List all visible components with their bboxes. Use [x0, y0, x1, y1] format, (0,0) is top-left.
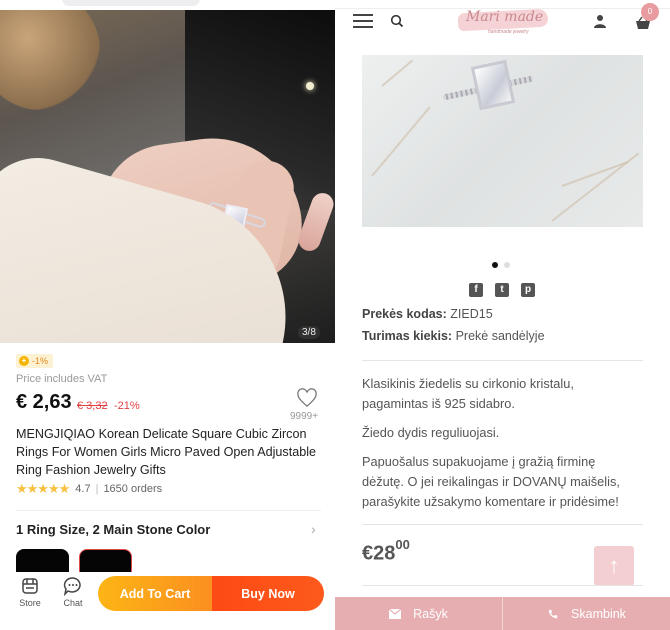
chat-icon [63, 577, 81, 596]
browser-bar-edge [335, 0, 670, 9]
phone-icon [548, 609, 558, 618]
divider [362, 360, 643, 361]
envelope-icon [389, 608, 402, 619]
description-paragraph: Žiedo dydis reguliuojasi. [362, 425, 500, 440]
promo-badge: + -1% [16, 354, 54, 368]
star-rating-icon: ★★★★★ [16, 481, 70, 496]
description-paragraph: Papuošalus supakuojame į gražią firminę … [362, 454, 620, 509]
status-area [0, 0, 335, 10]
orders-count: 1650 orders [103, 483, 163, 495]
divider [362, 585, 643, 586]
stock-status: Turimas kiekis: Prekė sandėlyje [362, 329, 545, 343]
store-icon [22, 578, 38, 594]
wishlist-button[interactable] [293, 388, 321, 413]
product-image[interactable] [362, 55, 643, 227]
product-photo[interactable]: 3/8 [0, 10, 335, 343]
social-share: f t p [469, 283, 535, 297]
cart-count-badge: 0 [641, 3, 659, 21]
call-button[interactable]: Skambink [502, 597, 670, 630]
image-counter: 3/8 [298, 326, 320, 339]
original-price: € 3,32 [77, 400, 108, 412]
buy-now-button[interactable]: Buy Now [212, 576, 324, 611]
carousel-dots [492, 262, 510, 268]
coin-icon: + [19, 356, 29, 366]
heart-icon [297, 388, 317, 408]
scroll-to-top-button[interactable]: ↑ [594, 546, 634, 586]
write-message-button[interactable]: Rašyk [335, 597, 502, 630]
discount-percent: -21% [114, 400, 140, 412]
product-title: MENGJIQIAO Korean Delicate Square Cubic … [16, 427, 317, 477]
carousel-dot-active[interactable] [492, 262, 498, 268]
chat-button[interactable]: Chat [58, 576, 88, 608]
facebook-icon[interactable]: f [469, 283, 483, 297]
product-price: €2800 [362, 537, 410, 565]
marketplace-product-panel: 3/8 + -1% Price includes VAT € 2,63 € 3,… [0, 0, 335, 630]
rating-value: 4.7 [75, 483, 91, 495]
pinterest-icon[interactable]: p [521, 283, 535, 297]
description-paragraph: Klasikinis žiedelis su cirkonio kristalu… [362, 376, 574, 411]
variant-selector[interactable]: 1 Ring Size, 2 Main Stone Color [16, 522, 210, 537]
user-icon[interactable] [593, 14, 607, 28]
vat-note: Price includes VAT [16, 373, 108, 385]
search-pill[interactable] [62, 0, 200, 6]
contact-bar: Rašyk Skambink [335, 597, 670, 630]
rating-row[interactable]: ★★★★★ 4.7 | 1650 orders [16, 481, 162, 497]
divider [362, 524, 643, 525]
carousel-dot[interactable] [504, 262, 510, 268]
chevron-right-icon[interactable]: › [311, 521, 316, 537]
product-code: Prekės kodas: ZIED15 [362, 307, 493, 321]
brand-logo[interactable]: Mari made handmade jewelry [457, 8, 549, 35]
add-to-cart-button[interactable]: Add To Cart [98, 576, 212, 611]
menu-icon[interactable] [353, 14, 373, 28]
search-icon[interactable] [390, 14, 404, 28]
wishlist-count: 9999+ [290, 411, 319, 422]
current-price: € 2,63 [16, 391, 72, 413]
divider [16, 510, 321, 511]
twitter-icon[interactable]: t [495, 283, 509, 297]
shop-product-panel: Mari made handmade jewelry 0 f t p Prekė… [335, 0, 670, 630]
store-button[interactable]: Store [15, 576, 45, 608]
